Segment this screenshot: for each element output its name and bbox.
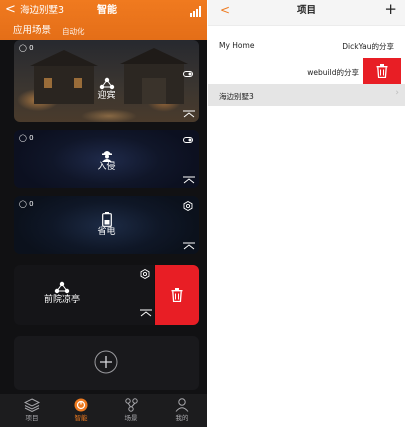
collapse-icon[interactable] <box>183 176 195 184</box>
bulb-icon: ◯ <box>19 200 27 208</box>
collapse-icon[interactable] <box>183 242 195 250</box>
nav-scenes[interactable]: 场景 <box>111 398 151 422</box>
page-title: 项目 <box>296 5 316 16</box>
scene-network-icon <box>54 281 70 294</box>
battery-icon <box>101 212 112 227</box>
nav-label: 项目 <box>25 414 39 422</box>
tab-scenes[interactable]: 应用场景 <box>13 25 51 37</box>
scene-title-front-pavilion: 前院凉亭 <box>44 281 80 306</box>
scene-title-power-saving: 省电 <box>97 212 116 238</box>
scene-card-intrusion[interactable]: ◯ 0 入侵 <box>14 130 199 188</box>
project-row[interactable]: webuild的分享 <box>208 58 405 84</box>
bulb-icon: ◯ <box>19 134 27 142</box>
person-icon <box>175 398 189 412</box>
nav-label: 我的 <box>175 414 189 422</box>
light-count-value: 0 <box>29 44 34 52</box>
nav-label: 智能 <box>74 414 88 422</box>
intruder-icon <box>101 151 112 162</box>
projects-screen: < 项目 + My Home DickYau的分享 webuild的分享 海边别… <box>208 0 405 427</box>
smart-screen: < 海边别墅3 智能 应用场景 自动化 ◯ 0 迎宾 ◯ 0 入侵 ◯ 0 省电… <box>0 0 207 427</box>
scene-label: 迎宾 <box>97 91 116 101</box>
light-count: ◯ 0 <box>19 44 34 53</box>
scene-label: 前院凉亭 <box>43 295 81 305</box>
bottom-nav: 项目 智能 场景 我的 <box>0 394 207 427</box>
nav-smart[interactable]: 智能 <box>61 398 101 422</box>
scene-title-welcome: 迎宾 <box>97 77 116 102</box>
project-row-selected[interactable]: 海边别墅3 › <box>208 84 405 106</box>
trash-icon <box>171 288 183 302</box>
project-share: DickYau的分享 <box>342 42 394 51</box>
project-name: 海边别墅3 <box>219 92 254 101</box>
scene-label: 省电 <box>97 227 116 237</box>
settings-icon[interactable] <box>183 201 193 211</box>
nav-me[interactable]: 我的 <box>162 398 202 422</box>
light-count-value: 0 <box>29 134 34 142</box>
page-title: 智能 <box>97 5 117 16</box>
scene-card-front-pavilion[interactable]: 前院凉亭 <box>14 265 154 325</box>
layers-icon <box>24 398 40 412</box>
settings-icon[interactable] <box>140 269 150 279</box>
light-count-value: 0 <box>29 200 34 208</box>
add-circle-icon[interactable] <box>94 350 118 374</box>
add-project-button[interactable]: + <box>384 1 397 17</box>
projects-header: < 项目 + <box>208 0 405 26</box>
light-count: ◯ 0 <box>19 200 34 209</box>
scene-card-power-saving[interactable]: ◯ 0 省电 <box>14 196 199 254</box>
bulb-icon: ◯ <box>19 44 27 52</box>
project-row[interactable]: My Home DickYau的分享 <box>208 33 405 57</box>
signal-grid-icon[interactable] <box>190 6 201 17</box>
project-share: webuild的分享 <box>307 68 359 77</box>
add-scene-card[interactable] <box>14 336 199 390</box>
project-name: My Home <box>219 41 255 50</box>
nav-projects[interactable]: 项目 <box>12 398 52 422</box>
trash-icon <box>376 64 388 78</box>
scene-title-intrusion: 入侵 <box>97 148 116 173</box>
smart-icon <box>74 398 88 412</box>
scene-network-icon <box>99 77 114 90</box>
collapse-icon[interactable] <box>183 110 195 118</box>
tab-automation[interactable]: 自动化 <box>62 27 85 37</box>
collapse-icon[interactable] <box>140 309 152 317</box>
smart-header: < 海边别墅3 智能 应用场景 自动化 <box>0 0 207 40</box>
delete-scene-button[interactable] <box>155 265 199 325</box>
light-count: ◯ 0 <box>19 134 34 143</box>
scene-card-welcome[interactable]: ◯ 0 迎宾 <box>14 40 199 122</box>
scene-label: 入侵 <box>97 162 116 172</box>
nav-label: 场景 <box>124 414 138 422</box>
toggle-icon[interactable] <box>183 70 193 78</box>
chevron-right-icon: › <box>395 88 399 98</box>
back-button[interactable]: < <box>5 3 16 17</box>
scene-icon <box>125 398 138 412</box>
delete-project-button[interactable] <box>363 58 401 84</box>
toggle-icon[interactable] <box>183 136 193 144</box>
property-name[interactable]: 海边别墅3 <box>20 4 64 18</box>
